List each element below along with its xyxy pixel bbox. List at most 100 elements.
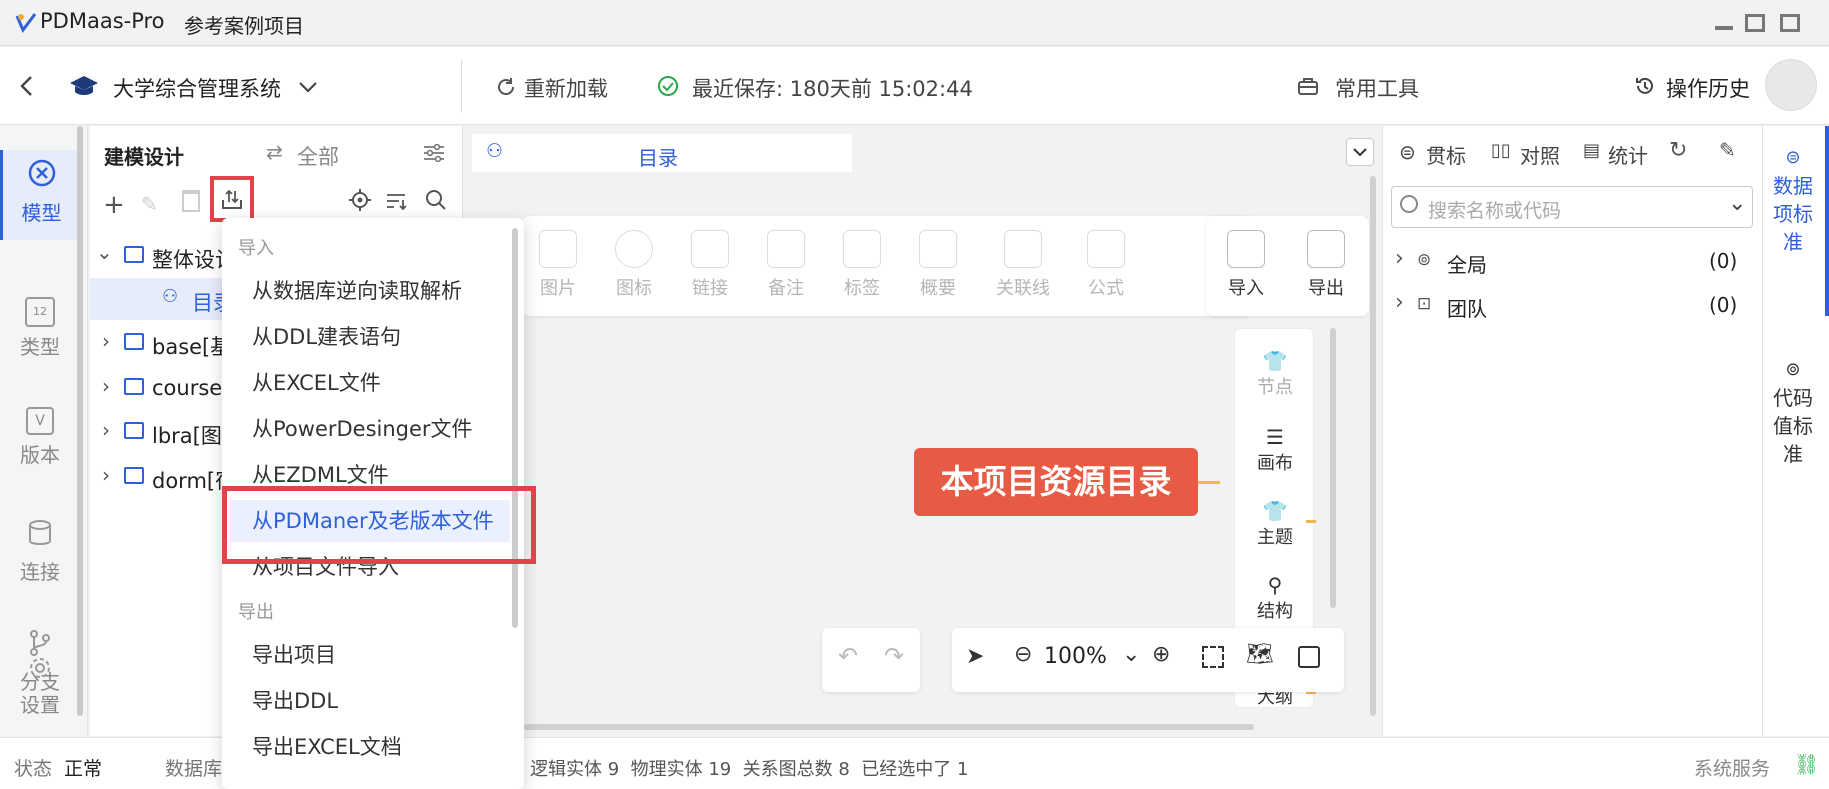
sidebar-scrollbar[interactable] — [77, 126, 83, 716]
chevron-down-icon[interactable] — [296, 77, 320, 97]
undo-icon[interactable]: ↶ — [838, 642, 858, 670]
avatar[interactable] — [1765, 59, 1817, 111]
tab-stats[interactable]: 统计 — [1608, 140, 1648, 169]
menu-item-from-excel[interactable]: 从EXCEL文件 — [222, 362, 524, 404]
list-item[interactable]: › ⊡ 团队 (0) — [1383, 286, 1763, 326]
minimize-button[interactable] — [1715, 26, 1733, 30]
redo-icon[interactable]: ↷ — [884, 642, 904, 670]
common-tools-button[interactable]: 常用工具 — [1335, 73, 1419, 103]
chevron-right-icon[interactable]: › — [102, 329, 110, 353]
locate-icon[interactable] — [348, 188, 372, 212]
app-name: PDMaas-Pro — [40, 9, 165, 33]
tool-image[interactable]: 图片 — [530, 230, 586, 300]
search-input[interactable]: 搜索名称或代码 ⌄ — [1391, 186, 1753, 228]
tool-icon[interactable]: 图标 — [606, 230, 662, 300]
canvas-vertical-scrollbar[interactable] — [1370, 176, 1376, 716]
canvas-tools-bar: 图片 图标 链接 备注 标签 概要 关联线 公式 — [522, 216, 1252, 316]
mindmap-icon: ⚇ — [486, 140, 504, 162]
zoom-out-icon[interactable]: ⊖ — [1014, 642, 1032, 667]
list-item[interactable]: › ⊚ 全局 (0) — [1383, 242, 1763, 282]
highlight-box — [222, 486, 536, 564]
reload-button[interactable]: 重新加载 — [524, 73, 608, 103]
menu-item-export-ddl[interactable]: 导出DDL — [222, 680, 524, 722]
tab-all[interactable]: 全部 — [297, 141, 339, 171]
search-icon — [1400, 195, 1418, 213]
chevron-down-icon[interactable]: ⌄ — [96, 240, 113, 264]
tool-note[interactable]: 备注 — [758, 230, 814, 300]
check-circle-icon — [656, 74, 680, 98]
tab-compare[interactable]: 对照 — [1520, 140, 1560, 169]
global-icon: ⊚ — [1417, 250, 1432, 270]
connector-line — [1306, 520, 1316, 523]
tool-node[interactable]: 👕 节点 — [1235, 349, 1313, 399]
menu-item-from-ddl[interactable]: 从DDL建表语句 — [222, 316, 524, 358]
vertical-tools-scrollbar[interactable] — [1330, 328, 1336, 608]
canvas-export-button[interactable]: 导出 — [1298, 230, 1354, 300]
refresh-icon[interactable]: ↻ — [1669, 138, 1687, 163]
menu-scrollbar[interactable] — [512, 228, 518, 628]
reload-icon[interactable] — [494, 75, 518, 99]
center-node[interactable]: 本项目资源目录 — [914, 448, 1198, 516]
tab-data-item-standard[interactable]: ⊜ 数据项标准 — [1773, 144, 1813, 256]
window-project-name: 参考案例项目 — [184, 14, 304, 38]
menu-item-from-database[interactable]: 从数据库逆向读取解析 — [222, 270, 524, 312]
maximize-button[interactable] — [1745, 14, 1765, 32]
chevron-right-icon[interactable]: › — [1395, 246, 1404, 271]
app-logo-icon — [14, 11, 38, 35]
fit-center-icon[interactable] — [1202, 646, 1224, 668]
sidebar-item-type[interactable]: 12 类型 — [0, 296, 80, 360]
search-icon[interactable] — [424, 188, 448, 212]
edit-icon[interactable]: ✎ — [1719, 138, 1736, 162]
menu-item-from-powerdesigner[interactable]: 从PowerDesinger文件 — [222, 408, 524, 450]
tool-theme[interactable]: 👕 主题 — [1235, 499, 1313, 549]
sidebar-item-model[interactable]: 模型 — [0, 150, 80, 240]
map-icon[interactable]: 🗺 — [1246, 642, 1274, 667]
tool-formula[interactable]: 公式 — [1078, 230, 1134, 300]
tool-canvas[interactable]: ☰ 画布 — [1235, 425, 1313, 475]
tool-tag[interactable]: 标签 — [834, 230, 890, 300]
history-button[interactable]: 操作历史 — [1666, 73, 1750, 103]
chevron-right-icon[interactable]: › — [102, 463, 110, 487]
structure-icon: ⚲ — [1267, 573, 1283, 597]
add-icon[interactable]: + — [103, 190, 125, 220]
tab-standard[interactable]: 贯标 — [1426, 140, 1466, 169]
canvas-horizontal-scrollbar[interactable] — [524, 724, 1254, 730]
canvas-import-button[interactable]: 导入 — [1218, 230, 1274, 300]
sidebar-item-connection[interactable]: 连接 — [0, 518, 80, 585]
system-service[interactable]: 系统服务 — [1694, 754, 1770, 781]
history-icon[interactable] — [1633, 74, 1657, 98]
chevron-right-icon[interactable]: › — [102, 418, 110, 442]
tabs-dropdown-icon[interactable] — [1346, 138, 1374, 166]
link-icon[interactable]: ⛓ — [1794, 752, 1819, 776]
menu-item-export-project[interactable]: 导出项目 — [222, 634, 524, 676]
pointer-icon[interactable]: ➤ — [966, 644, 984, 669]
edit-icon[interactable]: ✎ — [141, 192, 158, 216]
type-icon: 12 — [25, 296, 55, 327]
menu-item-export-excel[interactable]: 导出EXCEL文档 — [222, 726, 524, 768]
sidebar-item-settings[interactable]: 设置 — [0, 654, 80, 718]
tab-code-value-standard[interactable]: ⊚ 代码值标准 — [1773, 356, 1813, 468]
tool-summary[interactable]: 概要 — [910, 230, 966, 300]
project-title[interactable]: 大学综合管理系统 — [113, 73, 281, 103]
tab-catalog[interactable]: ⚇ 目录 — [472, 134, 852, 172]
back-icon[interactable] — [14, 71, 38, 101]
tool-structure[interactable]: ⚲ 结构 — [1235, 573, 1313, 623]
chevron-down-icon[interactable]: ⌄ — [1122, 642, 1140, 667]
chevron-down-icon[interactable]: ⌄ — [1728, 191, 1746, 216]
toolbox-icon[interactable] — [1296, 75, 1320, 97]
zoom-in-icon[interactable]: ⊕ — [1152, 642, 1170, 667]
tab-modeling[interactable]: 建模设计 — [104, 141, 184, 170]
toolbar-divider — [461, 59, 462, 113]
fullscreen-icon[interactable] — [1298, 646, 1320, 668]
tool-relation-line[interactable]: 关联线 — [992, 230, 1054, 300]
close-button[interactable] — [1780, 14, 1800, 32]
sidebar-item-version[interactable]: V 版本 — [0, 406, 80, 468]
delete-icon[interactable] — [182, 190, 200, 212]
chevron-right-icon[interactable]: › — [1395, 290, 1404, 315]
chevron-right-icon[interactable]: › — [102, 374, 110, 398]
link-icon — [691, 230, 729, 268]
tool-link[interactable]: 链接 — [682, 230, 738, 300]
filter-settings-icon[interactable] — [422, 142, 446, 164]
sort-icon[interactable] — [385, 190, 409, 212]
zoom-level[interactable]: 100% — [1044, 644, 1107, 669]
